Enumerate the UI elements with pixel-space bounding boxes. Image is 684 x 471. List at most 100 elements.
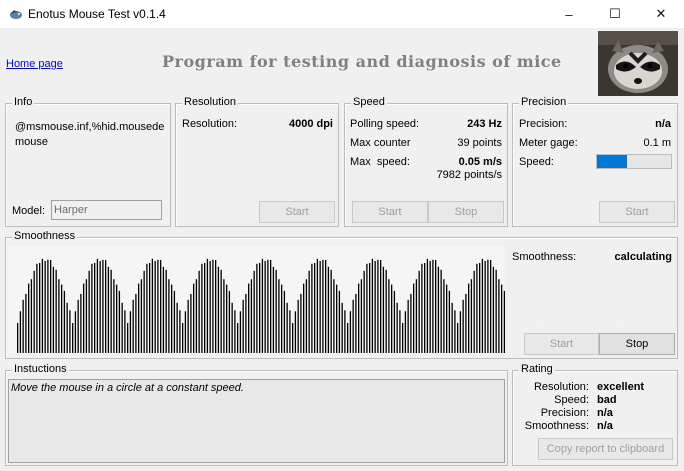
speed-stop-button[interactable]: Stop	[428, 201, 504, 223]
speed-start-button[interactable]: Start	[352, 201, 428, 223]
smoothness-bar	[259, 263, 261, 353]
minimize-icon: –	[565, 6, 573, 22]
precision-speed-label: Speed:	[519, 156, 554, 168]
smoothness-bar	[143, 270, 145, 353]
smoothness-bar	[190, 293, 192, 353]
smoothness-bar	[201, 263, 203, 353]
smoothness-bar	[264, 261, 266, 353]
rating-precision-label: Precision:	[540, 407, 589, 419]
smoothness-bar	[74, 311, 77, 353]
smoothness-stop-button[interactable]: Stop	[599, 333, 675, 355]
smoothness-bar	[470, 279, 473, 353]
resolution-value: 4000 dpi	[288, 118, 333, 130]
smoothness-bar	[421, 263, 423, 353]
smoothness-bar	[41, 258, 44, 353]
smoothness-bar	[124, 310, 126, 353]
smoothness-bar	[256, 263, 258, 353]
smoothness-bar	[473, 270, 475, 353]
smoothness-bar	[160, 260, 162, 353]
smoothness-bar	[58, 279, 60, 353]
smoothness-start-button[interactable]: Start	[524, 333, 599, 355]
instructions-panel: Move the mouse in a circle at a constant…	[8, 379, 505, 463]
smoothness-bar	[248, 283, 250, 353]
close-button[interactable]: ✕	[638, 0, 684, 28]
smoothness-bar	[360, 279, 363, 353]
copy-report-button[interactable]: Copy report to clipboard	[538, 438, 673, 460]
smoothness-bar	[457, 323, 459, 353]
precision-start-button[interactable]: Start	[599, 201, 675, 223]
smoothness-bar	[292, 323, 294, 353]
smoothness-bar	[193, 283, 195, 353]
resolution-start-button[interactable]: Start	[259, 201, 335, 223]
smoothness-bar	[272, 266, 275, 353]
smoothness-bar	[498, 279, 500, 353]
smoothness-bar	[19, 311, 22, 353]
info-group: Info @msmouse.inf,%hid.mousede mouse Mod…	[5, 96, 171, 227]
smoothness-bar	[374, 261, 376, 353]
meter-gage-value: 0.1 m	[643, 137, 671, 149]
info-text: @msmouse.inf,%hid.mousede mouse	[15, 121, 165, 148]
max-counter-label: Max counter	[350, 137, 411, 149]
smoothness-bar	[198, 270, 200, 353]
smoothness-bar	[382, 266, 385, 353]
smoothness-bar	[85, 279, 88, 353]
smoothness-bar	[432, 259, 434, 353]
smoothness-bar	[316, 258, 319, 353]
model-label: Model:	[12, 205, 46, 217]
smoothness-bar	[140, 279, 143, 353]
smoothness-bar	[366, 263, 368, 353]
smoothness-bar	[171, 284, 173, 353]
smoothness-bar	[168, 279, 170, 353]
smoothness-bar	[173, 290, 176, 353]
smoothness-bar	[451, 302, 453, 353]
smoothness-bar	[338, 290, 341, 353]
smoothness-bar	[286, 302, 288, 353]
smoothness-bar	[116, 284, 118, 353]
smoothness-bar	[424, 263, 426, 353]
minimize-button[interactable]: –	[546, 0, 592, 28]
smoothness-bar	[294, 311, 297, 353]
smoothness-bar	[415, 279, 418, 353]
smoothness-bar	[17, 323, 19, 353]
smoothness-bar	[501, 284, 503, 353]
instructions-group: Instuctions Move the mouse in a circle a…	[5, 363, 508, 466]
smoothness-bar	[121, 302, 123, 353]
smoothness-bar	[371, 258, 374, 353]
smoothness-bar	[83, 283, 85, 353]
model-field[interactable]: Harper	[51, 200, 162, 220]
smoothness-bar	[479, 263, 481, 353]
smoothness-bar	[47, 259, 49, 353]
smoothness-bar	[220, 269, 222, 353]
smoothness-label: Smoothness:	[512, 251, 577, 263]
page-heading: Program for testing and diagnosis of mic…	[162, 52, 562, 71]
smoothness-bar	[275, 269, 277, 353]
smoothness-bar	[327, 266, 330, 353]
smoothness-bar	[182, 323, 184, 353]
smoothness-bar	[492, 266, 495, 353]
smoothness-bar	[391, 284, 393, 353]
polling-speed-label: Polling speed:	[350, 118, 420, 130]
home-page-link[interactable]: Home page	[6, 58, 63, 70]
maximize-button[interactable]: ☐	[592, 0, 638, 28]
max-speed-points: 7982 points/s	[436, 169, 502, 181]
window-title: Enotus Mouse Test v0.1.4	[28, 7, 166, 21]
smoothness-bar	[487, 259, 489, 353]
smoothness-bar	[69, 310, 71, 353]
smoothness-bar	[33, 270, 35, 353]
smoothness-bar	[228, 290, 231, 353]
smoothness-bar	[311, 263, 313, 353]
rating-group: Rating Resolution: excellent Speed: bad …	[512, 363, 678, 466]
smoothness-bar	[270, 260, 272, 353]
smoothness-bar	[347, 323, 349, 353]
smoothness-bar	[305, 279, 308, 353]
smoothness-bar	[341, 302, 343, 353]
precision-group: Precision Precision: n/a Meter gage: 0.1…	[512, 96, 678, 227]
smoothness-bar	[418, 270, 420, 353]
rating-speed-label: Speed:	[554, 394, 589, 406]
smoothness-bar	[388, 279, 390, 353]
smoothness-bar	[393, 290, 396, 353]
smoothness-bar	[212, 259, 214, 353]
smoothness-bar	[352, 299, 354, 353]
rating-speed-value: bad	[597, 394, 617, 406]
rating-smoothness-label: Smoothness:	[524, 420, 589, 432]
